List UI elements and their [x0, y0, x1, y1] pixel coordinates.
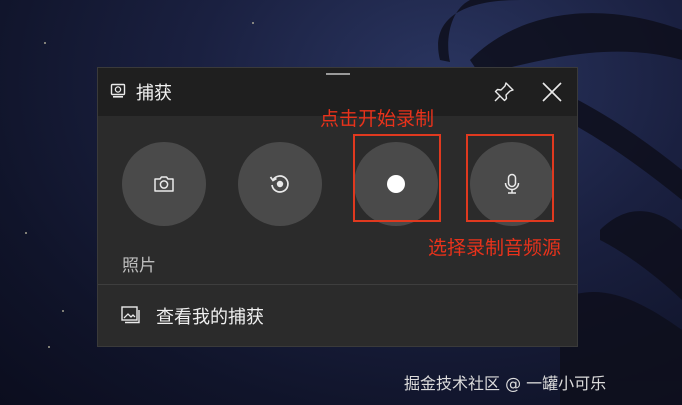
mic-highlight-box [466, 134, 554, 222]
camera-icon [154, 176, 174, 192]
mic-annotation: 选择录制音频源 [428, 237, 562, 259]
drag-handle[interactable] [326, 73, 350, 75]
record-last-30s-button[interactable] [238, 142, 322, 226]
screenshot-button[interactable] [122, 142, 206, 226]
replay-icon [269, 175, 289, 193]
star [252, 22, 254, 24]
star [25, 232, 27, 234]
star [48, 346, 50, 348]
record-annotation: 点击开始录制 [320, 108, 435, 130]
close-icon [542, 82, 562, 102]
star [62, 310, 64, 312]
pin-button[interactable] [492, 80, 516, 104]
divider [98, 284, 577, 285]
record-highlight-box [353, 134, 441, 222]
view-my-captures-label: 查看我的捕获 [156, 307, 264, 328]
gallery-icon [121, 306, 140, 324]
window-title: 捕获 [136, 83, 172, 104]
capture-icon [110, 83, 126, 98]
pin-icon [494, 82, 514, 102]
photo-label: 照片 [122, 256, 156, 276]
watermark: 掘金技术社区 @ 一罐小可乐 [404, 374, 607, 393]
close-button[interactable] [540, 80, 564, 104]
star [44, 42, 46, 44]
